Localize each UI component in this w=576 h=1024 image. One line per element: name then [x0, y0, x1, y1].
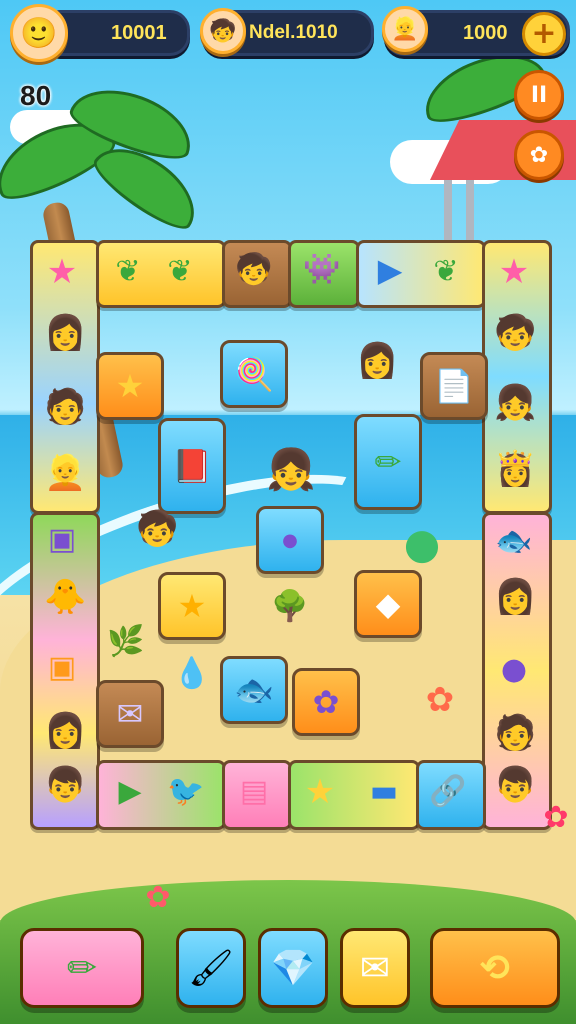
- swap-button[interactable]: ⟲: [430, 928, 560, 1008]
- pencil-icon: ✏: [66, 947, 98, 989]
- character-icon[interactable]: 🧑: [494, 716, 536, 750]
- add-coins-button[interactable]: +: [522, 12, 566, 56]
- level-avatar-icon: 🧒: [200, 8, 246, 54]
- bird-icon[interactable]: 🐦: [166, 772, 206, 812]
- hut-post: [466, 180, 474, 240]
- brush-icon: 🖌: [188, 948, 234, 989]
- cube-icon[interactable]: ▣: [42, 520, 82, 560]
- character-icon[interactable]: 🧒: [234, 250, 274, 290]
- crystal-icon: ◆: [375, 585, 401, 623]
- flower-tile[interactable]: ✿: [292, 668, 360, 736]
- pencil-button[interactable]: ✏: [20, 928, 144, 1008]
- note-icon[interactable]: ▤: [234, 772, 274, 812]
- swap-icon: ⟲: [479, 947, 511, 989]
- character-icon[interactable]: 👸: [494, 452, 536, 486]
- bead-icon[interactable]: ●: [494, 650, 534, 690]
- fish-icon: 🐟: [234, 671, 274, 709]
- lollipop-icon: 🍭: [234, 355, 274, 393]
- pause-button[interactable]: II: [514, 70, 564, 120]
- character-icon[interactable]: 👩: [494, 580, 536, 614]
- star-icon[interactable]: ★: [496, 254, 532, 290]
- brush-button[interactable]: 🖌: [176, 928, 246, 1008]
- gem-button[interactable]: 💎: [258, 928, 328, 1008]
- crystal-tile[interactable]: ◆: [354, 570, 422, 638]
- tree-icon[interactable]: 🌳: [268, 582, 312, 632]
- fish-tile[interactable]: 🐟: [220, 656, 288, 724]
- flower-icon: ✿: [145, 880, 171, 915]
- tube-icon[interactable]: ▬: [364, 772, 404, 812]
- star-icon[interactable]: ★: [300, 772, 340, 812]
- fish-icon[interactable]: 🐟: [494, 522, 534, 562]
- star-icon: ★: [115, 367, 145, 405]
- star-tile[interactable]: ★: [96, 352, 164, 420]
- book-tile[interactable]: 📕: [158, 418, 226, 514]
- star-icon[interactable]: ★: [44, 254, 80, 290]
- hut-post: [444, 180, 452, 240]
- link-icon[interactable]: 🔗: [428, 772, 468, 812]
- flower-icon: ✿: [312, 683, 340, 721]
- character-icon[interactable]: 👦: [494, 768, 536, 802]
- blob-icon[interactable]: 👾: [302, 250, 342, 290]
- character-icon[interactable]: 👦: [44, 768, 86, 802]
- game-scene: 10001 🙂 Ndel.1010 🧒 1000 👱 + 80 II ✿ ★ ❦…: [0, 0, 576, 1024]
- flower-icon: ✿: [425, 680, 455, 720]
- envelope-button[interactable]: ✉: [340, 928, 410, 1008]
- triangle-icon[interactable]: ▶: [110, 772, 150, 812]
- character-icon[interactable]: 👧: [266, 450, 316, 490]
- character-icon[interactable]: 👧: [494, 386, 536, 420]
- character-icon[interactable]: 🧒: [494, 316, 536, 350]
- coins-value: 1000: [463, 21, 508, 44]
- envelope-tile[interactable]: ✉: [96, 680, 164, 748]
- star-icon: ★: [177, 587, 207, 625]
- star-tile[interactable]: ★: [158, 572, 226, 640]
- blob-icon[interactable]: 🐥: [44, 580, 86, 614]
- cube-icon[interactable]: ▣: [42, 648, 82, 688]
- lollipop-tile[interactable]: 🍭: [220, 340, 288, 408]
- moves-counter: 80: [20, 80, 52, 111]
- leaf-icon[interactable]: ❦: [160, 252, 200, 292]
- pencil-tile[interactable]: ✏: [354, 414, 422, 510]
- drop-icon[interactable]: 💧: [172, 652, 212, 696]
- flower-icon: ✿: [543, 800, 569, 835]
- pencil-icon: ✏: [374, 443, 402, 481]
- hint-button[interactable]: ✿: [514, 130, 564, 180]
- cube-tile[interactable]: ●: [256, 506, 324, 574]
- character-icon[interactable]: 👩: [356, 344, 398, 378]
- character-icon[interactable]: 👱: [44, 456, 86, 490]
- leaf-icon[interactable]: ❦: [108, 252, 148, 292]
- level-value: Ndel.1010: [249, 22, 338, 43]
- score-value: 10001: [111, 21, 167, 44]
- cube-icon: ●: [282, 529, 298, 551]
- character-icon[interactable]: 🧑: [44, 390, 86, 424]
- envelope-icon: ✉: [359, 947, 391, 989]
- player-avatar-icon[interactable]: 🙂: [10, 4, 68, 62]
- leaf-icon[interactable]: ❦: [426, 252, 466, 292]
- character-icon[interactable]: 🧒: [136, 512, 178, 546]
- character-icon[interactable]: 👩: [44, 714, 86, 748]
- sprout-icon[interactable]: 🌿: [106, 620, 146, 664]
- character-icon[interactable]: 👩: [44, 316, 86, 350]
- paper-icon: 📄: [434, 367, 474, 405]
- book-icon: 📕: [172, 447, 212, 485]
- play-icon[interactable]: ▶: [372, 252, 408, 288]
- slime-icon[interactable]: ●: [398, 520, 446, 568]
- envelope-icon: ✉: [116, 695, 144, 733]
- paper-tile[interactable]: 📄: [420, 352, 488, 420]
- gem-icon: 💎: [270, 948, 316, 989]
- coins-avatar-icon: 👱: [382, 6, 428, 52]
